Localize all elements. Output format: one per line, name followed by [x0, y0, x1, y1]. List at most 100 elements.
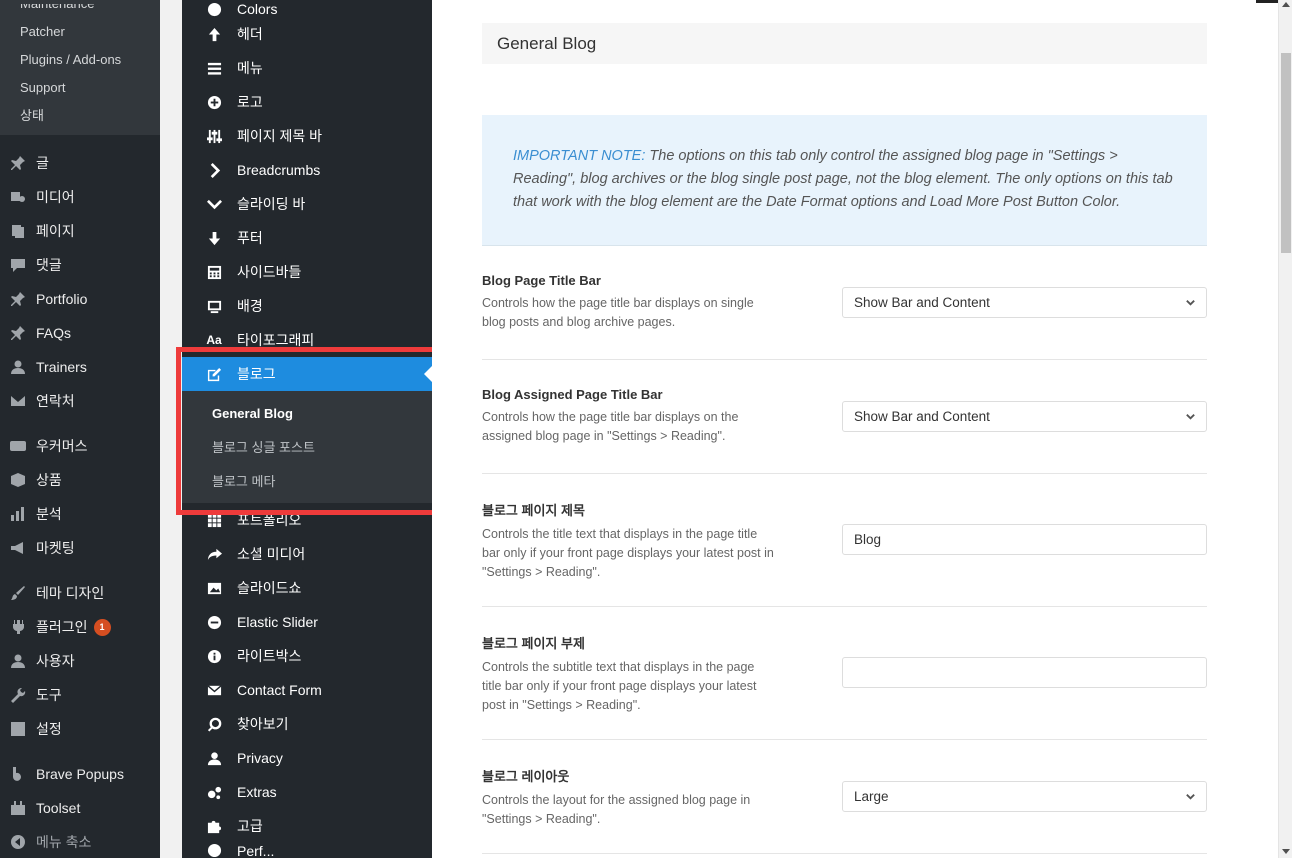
options-menu-label: Perf...: [237, 843, 275, 857]
wp-menu-users[interactable]: 사용자: [0, 644, 160, 678]
important-note: IMPORTANT NOTE: The options on this tab …: [482, 115, 1207, 246]
options-menu-label: 사이드바들: [237, 264, 302, 280]
options-menu-privacy[interactable]: Privacy: [182, 741, 432, 775]
submenu-general-blog[interactable]: General Blog: [182, 397, 432, 431]
calculator-icon: [206, 265, 222, 280]
options-menu-advanced[interactable]: 고급: [182, 809, 432, 843]
option-description: Controls how the page title bar displays…: [482, 296, 754, 329]
wp-menu-products[interactable]: 상품: [0, 463, 160, 497]
wp-menu-label: Trainers: [36, 359, 87, 375]
options-menu-sidebars[interactable]: 사이드바들: [182, 255, 432, 289]
options-menu-lightbox[interactable]: 라이트박스: [182, 639, 432, 673]
comment-icon: [8, 255, 28, 275]
wp-menu-tools[interactable]: 도구: [0, 678, 160, 712]
options-menu-elastic-slider[interactable]: Elastic Slider: [182, 605, 432, 639]
wp-menu-pages[interactable]: 페이지: [0, 214, 160, 248]
scroll-down-icon[interactable]: [1282, 849, 1290, 854]
pin-icon: [8, 323, 28, 343]
options-menu-footer[interactable]: 푸터: [182, 221, 432, 255]
arrow-down-icon: [206, 231, 222, 246]
wp-menu-contacts[interactable]: 연락처: [0, 384, 160, 418]
monitor-icon: [206, 299, 222, 314]
wp-menu-label: 설정: [36, 721, 62, 737]
wp-menu-analytics[interactable]: 분석: [0, 497, 160, 531]
wp-menu-portfolio[interactable]: Portfolio: [0, 282, 160, 316]
options-menu-social-media[interactable]: 소셜 미디어: [182, 537, 432, 571]
options-menu-sliding-bar[interactable]: 슬라이딩 바: [182, 187, 432, 221]
options-menu-label: 찾아보기: [237, 716, 289, 732]
options-menu-label: 슬라이드쇼: [237, 580, 302, 596]
blog-page-subtitle-input[interactable]: [842, 657, 1207, 688]
chevron-down-icon: [1185, 402, 1196, 433]
collapse-icon: [8, 832, 28, 852]
blog-page-title-bar-select[interactable]: Show Bar and Content: [842, 287, 1207, 318]
submenu-item-plugins-addons[interactable]: Plugins / Add-ons: [0, 46, 160, 74]
option-description: Controls the layout for the assigned blo…: [482, 793, 751, 826]
scrollbar[interactable]: [1278, 0, 1292, 858]
options-menu-typography[interactable]: Aa 타이포그래피: [182, 323, 432, 357]
wp-menu-toolset[interactable]: Toolset: [0, 791, 160, 825]
options-menu-search[interactable]: 찾아보기: [182, 707, 432, 741]
blog-layout-select[interactable]: Large: [842, 781, 1207, 812]
submenu-blog-meta[interactable]: 블로그 메타: [182, 465, 432, 499]
wp-menu-marketing[interactable]: 마켓팅: [0, 531, 160, 565]
info-icon: [206, 649, 222, 664]
wp-menu-label: Toolset: [36, 800, 81, 816]
blog-assigned-page-title-bar-select[interactable]: Show Bar and Content: [842, 401, 1207, 432]
options-menu-label: 페이지 제목 바: [237, 128, 323, 144]
wrench-icon: [8, 685, 28, 705]
options-menu-header[interactable]: 헤더: [182, 17, 432, 51]
wp-menu-brave-popups[interactable]: Brave Popups: [0, 757, 160, 791]
cogs-icon: [206, 785, 222, 800]
options-menu-label: 포트폴리오: [237, 512, 302, 528]
submenu-item-support[interactable]: Support: [0, 74, 160, 102]
top-border: [1256, 0, 1278, 3]
option-label: Blog Assigned Page Title Bar: [482, 387, 663, 402]
option-description: Controls the title text that displays in…: [482, 527, 774, 579]
note-label: IMPORTANT NOTE:: [513, 148, 646, 164]
options-menu-logo[interactable]: 로고: [182, 85, 432, 119]
page-icon: [8, 221, 28, 241]
option-blog-assigned-page-title-bar: Blog Assigned Page Title Bar Controls ho…: [482, 360, 1207, 474]
wp-menu-trainers[interactable]: Trainers: [0, 350, 160, 384]
submenu-item-status[interactable]: 상태: [0, 102, 160, 130]
wp-menu-label: 댓글: [36, 257, 62, 273]
puzzle-icon: [206, 819, 222, 834]
wp-menu-plugins[interactable]: 플러그인 1: [0, 610, 160, 644]
wp-menu-label: Brave Popups: [36, 766, 124, 782]
submenu-item-patcher[interactable]: Patcher: [0, 18, 160, 46]
wp-menu-collapse[interactable]: 메뉴 축소: [0, 825, 160, 858]
wp-menu-label: 사용자: [36, 653, 75, 669]
options-menu-extras[interactable]: Extras: [182, 775, 432, 809]
options-menu-colors[interactable]: Colors: [182, 0, 432, 17]
wp-menu-media[interactable]: 미디어: [0, 180, 160, 214]
wp-menu-faqs[interactable]: FAQs: [0, 316, 160, 350]
options-menu-breadcrumbs[interactable]: Breadcrumbs: [182, 153, 432, 187]
options-menu-contact-form[interactable]: Contact Form: [182, 673, 432, 707]
option-blog-page-subtitle: 블로그 페이지 부제 Controls the subtitle text th…: [482, 607, 1207, 740]
submenu-blog-single-post[interactable]: 블로그 싱글 포스트: [182, 431, 432, 465]
arrow-up-icon: [206, 27, 222, 42]
options-menu-portfolio[interactable]: 포트폴리오: [182, 503, 432, 537]
options-menu-background[interactable]: 배경: [182, 289, 432, 323]
edit-icon: [206, 367, 222, 382]
wp-menu-label: 미디어: [36, 189, 75, 205]
scroll-thumb[interactable]: [1281, 53, 1291, 253]
wp-menu-label: 마켓팅: [36, 540, 75, 556]
options-menu-blog[interactable]: 블로그: [182, 357, 432, 391]
options-menu-slideshows[interactable]: 슬라이드쇼: [182, 571, 432, 605]
options-menu-performance[interactable]: Perf...: [182, 843, 432, 857]
settings-icon: [8, 719, 28, 739]
wp-menu-comments[interactable]: 댓글: [0, 248, 160, 282]
blog-page-title-input[interactable]: Blog: [842, 524, 1207, 555]
options-menu-page-title-bar[interactable]: 페이지 제목 바: [182, 119, 432, 153]
scroll-up-icon[interactable]: [1282, 2, 1290, 7]
wp-menu-posts[interactable]: 글: [0, 146, 160, 180]
wp-menu-appearance[interactable]: 테마 디자인: [0, 576, 160, 610]
wp-menu-settings[interactable]: 설정: [0, 712, 160, 746]
wp-menu-label: FAQs: [36, 325, 72, 341]
options-menu-menu[interactable]: 메뉴: [182, 51, 432, 85]
submenu-item-maintenance[interactable]: Maintenance: [0, 4, 160, 18]
wp-menu-woocommerce[interactable]: 우커머스: [0, 429, 160, 463]
mail-icon: [8, 391, 28, 411]
